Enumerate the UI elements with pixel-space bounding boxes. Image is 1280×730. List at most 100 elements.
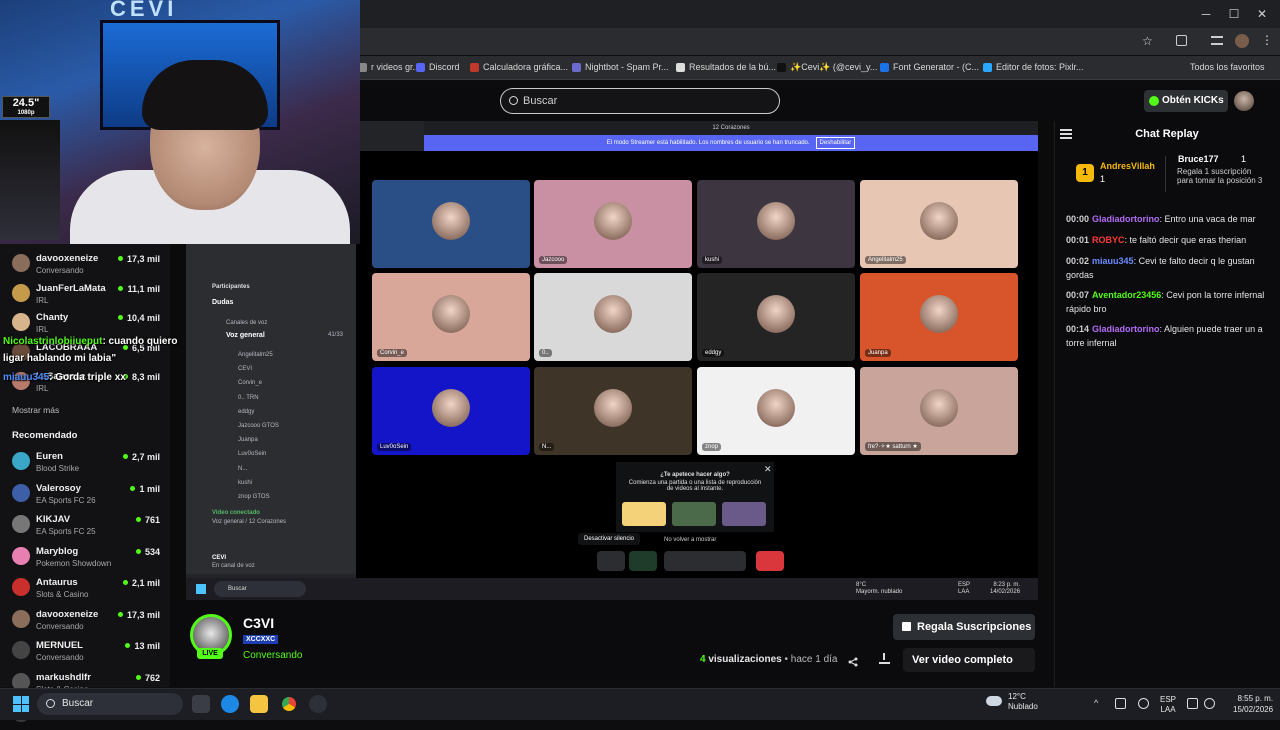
sidebar-channel[interactable]: Maryblog Pokemon Showdown 534 [12, 545, 164, 573]
live-badge: LIVE [197, 648, 223, 659]
participant-name: 0.. [539, 349, 552, 357]
participant-avatar [594, 295, 632, 333]
bookmark-item[interactable]: Font Generator - (C... [880, 62, 979, 72]
menu-icon[interactable] [1211, 36, 1223, 45]
minimize-icon[interactable]: ─ [1196, 6, 1216, 22]
participant-tile: N... [534, 367, 692, 455]
participant-tile: Luv0oSein [372, 367, 530, 455]
stream-lang: ESP LAA [958, 582, 971, 595]
participant-tile: znop [697, 367, 855, 455]
chat-title: Chat Replay [1135, 128, 1199, 140]
participant-avatar [757, 389, 795, 427]
close-icon[interactable]: ✕ [1252, 6, 1272, 22]
participant-name: Angelitalm25 [865, 256, 906, 264]
channel-avatar [12, 483, 30, 502]
participant-name: znop [702, 443, 722, 451]
taskbar-weather: 12°C Nublado [986, 692, 1038, 712]
edge-icon[interactable] [221, 695, 239, 713]
voice-member: Juanpa [238, 437, 258, 444]
voice-member: znop GTOS [238, 494, 270, 500]
channel-name: markushdlfr [36, 671, 91, 683]
sidebar-channel[interactable]: KIKJAV EA Sports FC 25 761 [12, 513, 164, 541]
channel-avatar [12, 452, 30, 470]
star-icon[interactable]: ☆ [1142, 34, 1153, 48]
user-avatar[interactable] [1234, 91, 1254, 111]
get-kicks-button[interactable]: Obtén KICKs [1144, 90, 1228, 112]
pinned-user-1[interactable]: AndresVillah [1100, 161, 1155, 171]
stream-weather: 8°C Mayorm. nublado [856, 582, 903, 595]
sidebar-channel[interactable]: Antaurus Slots & Casino 2,1 mil [12, 576, 164, 604]
maximize-icon[interactable]: ☐ [1224, 6, 1244, 22]
bookmark-item[interactable]: Editor de fotos: Pixlr... [983, 62, 1084, 72]
show-more-link[interactable]: Mostrar más [12, 405, 59, 415]
participant-name: Luv0oSein [377, 443, 412, 451]
discord-user-name: CEVI [212, 555, 227, 561]
channel-avatar [12, 609, 30, 628]
bookmark-item[interactable]: Resultados de la bú... [676, 62, 776, 72]
voice-member: Luv0oSein [238, 451, 267, 458]
onedrive-icon[interactable] [1115, 698, 1126, 709]
sidebar-channel[interactable]: Chanty IRL 10,4 mil [12, 311, 164, 339]
chat-username[interactable]: Gladiadortorino [1092, 214, 1160, 224]
microphone-icon[interactable] [1138, 698, 1149, 709]
chat-username[interactable]: ROBYC [1092, 235, 1125, 245]
pinned-user-1-count: 1 [1100, 174, 1106, 184]
bookmark-item[interactable]: r videos gr... [358, 62, 420, 72]
chat-username[interactable]: miauu345 [1092, 256, 1134, 266]
bookmark-item[interactable]: Nightbot - Spam Pr... [572, 62, 669, 72]
rank-badge: 1 [1076, 164, 1094, 182]
sidebar-channel[interactable]: Euren Blood Strike 2,7 mil [12, 450, 164, 478]
chat-username[interactable]: Gladiadortorino [1092, 324, 1160, 334]
bookmark-icon [416, 62, 425, 72]
bookmark-item[interactable]: Calculadora gráfica... [470, 62, 568, 72]
volume-icon[interactable] [1204, 698, 1215, 709]
chat-message: 00:07 Aventador23456: Cevi pon la torre i… [1066, 288, 1266, 316]
channel-category: Pokemon Showdown [36, 558, 112, 568]
task-view-icon[interactable] [192, 695, 210, 713]
viewer-count: 1 mil [130, 484, 160, 494]
share-icon[interactable] [848, 654, 858, 667]
network-icon[interactable] [1187, 698, 1198, 709]
bookmark-item[interactable]: ✨Cevi✨ (@cevi_y... [777, 62, 877, 73]
extensions-icon[interactable] [1176, 35, 1187, 46]
video-channel: Voz general / 12 Corazones [212, 519, 287, 525]
viewer-count: 2,7 mil [123, 452, 160, 462]
app-icon[interactable] [309, 695, 327, 713]
windows-start-icon[interactable] [13, 696, 29, 712]
download-icon[interactable] [879, 653, 890, 664]
sidebar-channel[interactable]: davooxeneize Conversando 17,3 mil [12, 252, 164, 280]
chevron-up-icon[interactable]: ^ [1094, 698, 1105, 709]
channel-category[interactable]: Conversando [243, 650, 302, 661]
participant-avatar [920, 202, 958, 240]
chrome-icon[interactable] [280, 695, 298, 713]
sidebar-channel[interactable]: JuanFerLaMata IRL 11,1 mil [12, 282, 164, 310]
viewer-count: 17,3 mil [118, 610, 160, 620]
participant-tile: eddgy [697, 273, 855, 361]
channel-name[interactable]: C3VI [243, 615, 274, 631]
sidebar-channel[interactable]: davooxeneize Conversando 17,3 mil [12, 608, 164, 636]
discord-user-status: En canal de voz [212, 563, 255, 569]
channel-category: IRL [36, 384, 49, 393]
chat-username[interactable]: Aventador23456 [1092, 290, 1161, 300]
participant-tile [372, 180, 530, 268]
windows-icon [196, 584, 206, 594]
profile-avatar[interactable] [1235, 34, 1249, 48]
mic-icon [597, 551, 625, 571]
stream-clock: 8:23 p. m. 14/02/2026 [990, 582, 1021, 595]
all-bookmarks[interactable]: Todos los favoritos [1190, 62, 1265, 72]
pinned-user-2[interactable]: Bruce177 [1178, 154, 1219, 164]
sidebar-channel[interactable]: Valerosoy EA Sports FC 26 1 mil [12, 482, 164, 510]
bookmark-item[interactable]: Discord [416, 62, 460, 72]
participant-avatar [757, 295, 795, 333]
more-vert-icon[interactable]: ⋮ [1261, 33, 1273, 47]
voice-count: 41/33 [328, 332, 344, 338]
taskbar-search[interactable]: Buscar [37, 693, 183, 715]
search-input[interactable]: Buscar [500, 88, 780, 114]
channel-name: Chanty [36, 312, 69, 323]
sidebar-channel[interactable]: MERNUEL Conversando 13 mil [12, 639, 164, 667]
participant-tile: Angelitalm25 [860, 180, 1018, 268]
watch-full-video-button[interactable]: Ver video completo [903, 648, 1035, 672]
channel-dudas: Dudas [212, 299, 234, 306]
gift-subs-button[interactable]: Regala Suscripciones [893, 614, 1035, 640]
file-explorer-icon[interactable] [250, 695, 268, 713]
